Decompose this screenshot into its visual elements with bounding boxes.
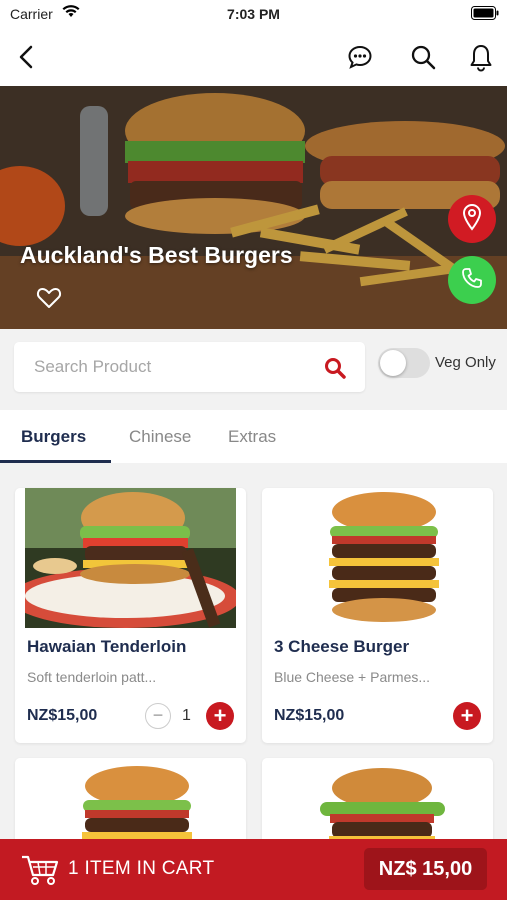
tab-burgers[interactable]: Burgers [21,427,86,447]
search-icon[interactable] [323,356,347,385]
cart-bar[interactable]: 1 ITEM IN CART NZ$ 15,00 [0,839,507,900]
cart-item-count: 1 ITEM IN CART [68,858,215,879]
product-price: NZ$15,00 [274,707,345,724]
product-card[interactable]: 3 Cheese Burger Blue Cheese + Parmes... … [262,488,493,743]
search-product-input[interactable] [14,342,314,392]
chat-icon[interactable] [345,42,375,72]
add-to-cart-button[interactable]: + [206,702,234,730]
active-tab-indicator [0,460,111,463]
hero-overlay [0,86,507,329]
product-name: Hawaian Tenderloin [27,637,187,656]
status-bar: Carrier 7:03 PM [0,0,507,28]
veg-only-label: Veg Only [435,354,496,371]
decrease-quantity-button[interactable]: − [145,703,171,729]
veg-only-toggle[interactable] [378,348,430,378]
location-pin-icon [461,203,483,236]
toggle-knob [380,350,406,376]
top-nav-bar [0,28,507,86]
add-to-cart-button[interactable]: + [453,702,481,730]
product-description: Soft tenderloin patt... [27,669,157,685]
product-image [272,758,483,848]
search-icon[interactable] [408,42,438,72]
product-quantity: 1 [182,707,191,724]
battery-icon [471,6,499,23]
product-card[interactable]: Hawaian Tenderloin Soft tenderloin patt.… [15,488,246,743]
category-tabs: Burgers Chinese Extras [0,410,507,463]
call-button[interactable] [448,256,496,304]
shopping-cart-icon [20,853,60,892]
phone-icon [460,266,484,295]
product-description: Blue Cheese + Parmes... [274,669,431,685]
back-icon[interactable] [12,42,42,72]
heart-icon[interactable] [36,286,62,315]
product-price: NZ$15,00 [27,707,98,724]
location-button[interactable] [448,195,496,243]
tab-chinese[interactable]: Chinese [129,427,191,447]
tab-extras[interactable]: Extras [228,427,276,447]
product-image [272,488,483,628]
restaurant-title: Auckland's Best Burgers [20,242,293,268]
product-image [25,488,236,628]
bell-icon[interactable] [466,42,496,72]
cart-total-button[interactable]: NZ$ 15,00 [364,848,487,890]
product-name: 3 Cheese Burger [274,637,410,656]
clock-label: 7:03 PM [227,6,280,22]
search-product-bar [14,342,365,392]
product-image [25,758,236,848]
restaurant-hero-banner: Auckland's Best Burgers [0,86,507,329]
